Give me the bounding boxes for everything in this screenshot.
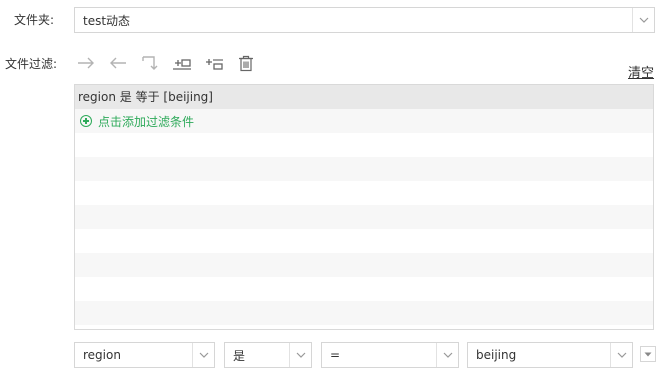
folder-select[interactable]: test动态 [74,7,655,33]
value-select-value: beijing [476,348,517,362]
field-select-value: region [83,348,121,362]
chevron-down-icon[interactable] [632,8,654,32]
folder-label: 文件夹: [14,13,55,27]
filter-label: 文件过滤: [5,57,58,71]
operator-select-value: = [330,348,341,362]
arrow-left-icon[interactable] [107,52,129,74]
empty-row [75,181,653,205]
expand-options-button[interactable] [640,346,656,362]
chevron-down-icon[interactable] [436,343,458,367]
negation-select[interactable]: 是 [224,342,312,368]
condition-text: region 是 等于 [beijing] [78,90,213,104]
chevron-down-icon[interactable] [610,343,632,367]
empty-row [75,205,653,229]
empty-row [75,229,653,253]
arrow-right-icon[interactable] [75,52,97,74]
branch-icon[interactable] [139,52,161,74]
add-condition-label: 点击添加过滤条件 [98,114,195,129]
insert-condition-icon[interactable] [171,52,193,74]
value-select[interactable]: beijing [467,342,633,368]
condition-row[interactable]: region 是 等于 [beijing] [75,85,653,109]
add-condition-icon[interactable] [203,52,225,74]
empty-row [75,277,653,301]
empty-row [75,325,653,329]
empty-row [75,301,653,325]
negation-select-value: 是 [233,348,246,363]
folder-select-value: test动态 [83,13,131,28]
empty-row [75,157,653,181]
clear-link[interactable]: 清空 [628,62,654,81]
chevron-down-icon[interactable] [289,343,311,367]
empty-row [75,253,653,277]
delete-icon[interactable] [235,52,257,74]
add-circle-icon [80,115,92,127]
operator-select[interactable]: = [321,342,459,368]
filter-condition-list: region 是 等于 [beijing] 点击添加过滤条件 [74,84,654,330]
field-select[interactable]: region [74,342,215,368]
empty-row [75,133,653,157]
add-condition-row[interactable]: 点击添加过滤条件 [75,109,653,133]
chevron-down-icon[interactable] [192,343,214,367]
